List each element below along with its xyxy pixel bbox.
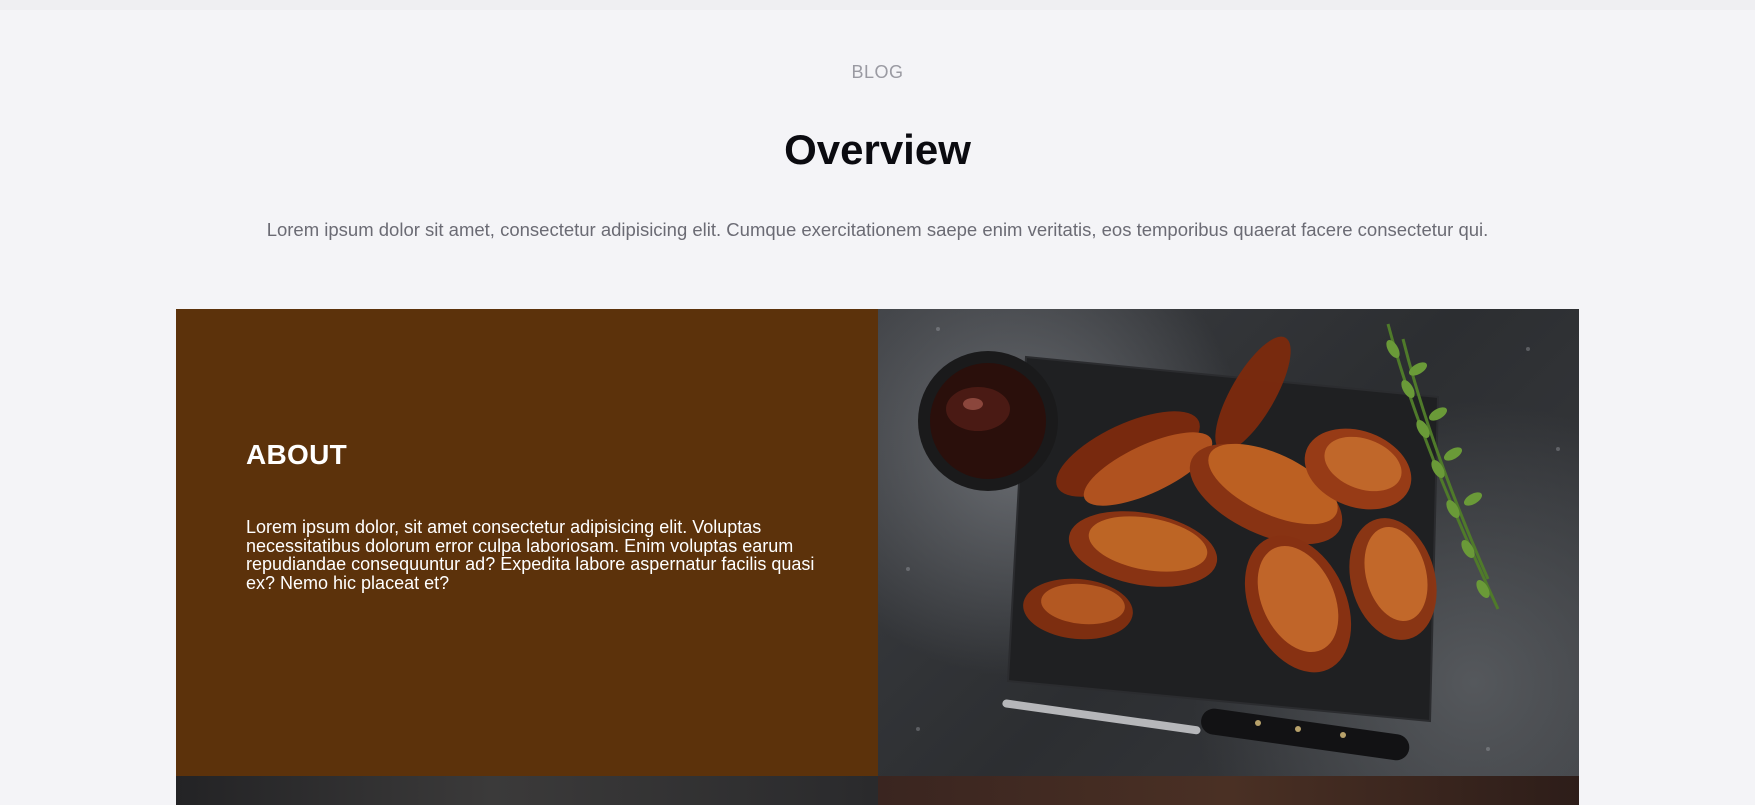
- blog-grid: ABOUT Lorem ipsum dolor, sit amet consec…: [176, 309, 1579, 805]
- section-eyebrow: BLOG: [851, 62, 904, 82]
- page-title: Overview: [784, 126, 971, 173]
- about-card: ABOUT Lorem ipsum dolor, sit amet consec…: [176, 309, 878, 776]
- about-text: Lorem ipsum dolor, sit amet consectetur …: [246, 517, 815, 593]
- about-title: ABOUT: [246, 439, 348, 470]
- dark-food-image: [176, 776, 878, 805]
- section-lead-text: Lorem ipsum dolor sit amet, consectetur …: [266, 219, 1489, 240]
- bbq-chicken-wings-illustration: [906, 323, 1560, 761]
- dark-food-image-2: [878, 776, 1579, 805]
- top-strip: [0, 0, 1755, 10]
- bbq-chicken-wings-image: [878, 309, 1579, 776]
